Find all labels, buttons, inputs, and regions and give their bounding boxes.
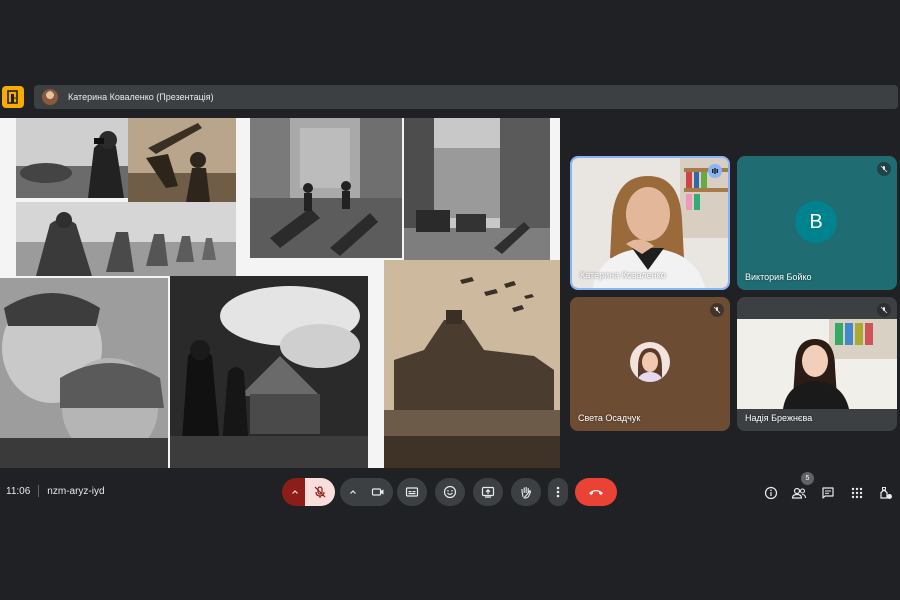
slide-photo-marching-soldiers — [16, 202, 236, 276]
chevron-up-icon — [350, 490, 356, 494]
meeting-code[interactable]: nzm-aryz-iyd — [47, 486, 104, 497]
chat-button[interactable] — [819, 484, 837, 502]
participant-tile-sveta[interactable]: Света Осадчук — [570, 297, 730, 431]
avatar: В — [795, 201, 837, 243]
people-button[interactable] — [790, 484, 808, 502]
slide-photo-soldiers-binoculars — [16, 118, 128, 198]
mic-off-icon — [314, 486, 326, 498]
meet-window: Катерина Коваленко (Презентація) Катерин… — [0, 80, 900, 514]
apps-grid-icon — [851, 487, 863, 499]
info-icon — [764, 486, 778, 500]
call-end-icon — [589, 490, 603, 495]
meeting-details: 11:06 nzm-aryz-iyd — [6, 485, 105, 497]
closed-captions-icon — [405, 487, 419, 497]
presenting-bar[interactable]: Катерина Коваленко (Презентація) — [34, 85, 898, 109]
participant-video — [737, 297, 897, 431]
present-screen-icon — [481, 486, 495, 498]
avatar — [630, 342, 670, 382]
slide-photo-street-tanks — [404, 118, 550, 260]
participant-name: Виктория Бойко — [745, 272, 812, 282]
letterbox-bottom — [0, 514, 900, 600]
slide-photo-burning-village — [170, 276, 368, 468]
host-controls-icon — [880, 487, 892, 499]
participant-tile-nadiya[interactable]: Надія Брежнєва — [737, 297, 897, 431]
raise-hand-icon — [521, 487, 532, 499]
presenter-avatar — [42, 89, 58, 105]
presentation-slide — [0, 118, 560, 468]
participant-tile-presenter[interactable]: Катерина Коваленко — [570, 156, 730, 290]
presenting-label: Катерина Коваленко (Презентація) — [68, 92, 214, 102]
camera-toggle-button[interactable] — [363, 478, 393, 506]
activities-button[interactable] — [848, 484, 866, 502]
participant-tile-viktoriya[interactable]: В Виктория Бойко — [737, 156, 897, 290]
videocam-icon — [371, 488, 384, 496]
mic-off-icon — [710, 303, 724, 317]
letterbox-top — [0, 0, 900, 80]
meeting-info-button[interactable] — [762, 484, 780, 502]
speaking-indicator-icon — [708, 164, 722, 178]
end-call-button[interactable] — [575, 478, 617, 506]
people-icon — [791, 487, 807, 499]
participant-name: Надія Брежнєва — [745, 413, 813, 423]
emoji-icon — [443, 485, 457, 499]
slide-photo-embrace — [0, 278, 168, 468]
divider — [38, 485, 40, 497]
slide-photo-reichstag-planes — [384, 260, 560, 468]
meeting-time: 11:06 — [6, 485, 31, 497]
captions-button[interactable] — [397, 478, 427, 506]
mic-toggle-button[interactable] — [305, 478, 335, 506]
more-vertical-icon — [556, 486, 560, 498]
participant-name: Катерина Коваленко — [580, 270, 666, 280]
raise-hand-button[interactable] — [511, 478, 541, 506]
mic-off-icon — [877, 303, 891, 317]
host-controls-button[interactable] — [877, 484, 895, 502]
slide-photo-ruined-street — [250, 118, 402, 258]
chat-icon — [822, 487, 834, 499]
present-button[interactable] — [473, 478, 503, 506]
mic-off-icon — [877, 162, 891, 176]
participant-name: Света Осадчук — [578, 413, 641, 423]
meet-door-icon[interactable] — [2, 86, 24, 108]
emoji-button[interactable] — [435, 478, 465, 506]
chevron-up-icon — [292, 490, 298, 494]
people-count-badge: 5 — [801, 472, 814, 485]
slide-photo-artillery — [128, 118, 236, 202]
more-options-button[interactable] — [548, 478, 568, 506]
